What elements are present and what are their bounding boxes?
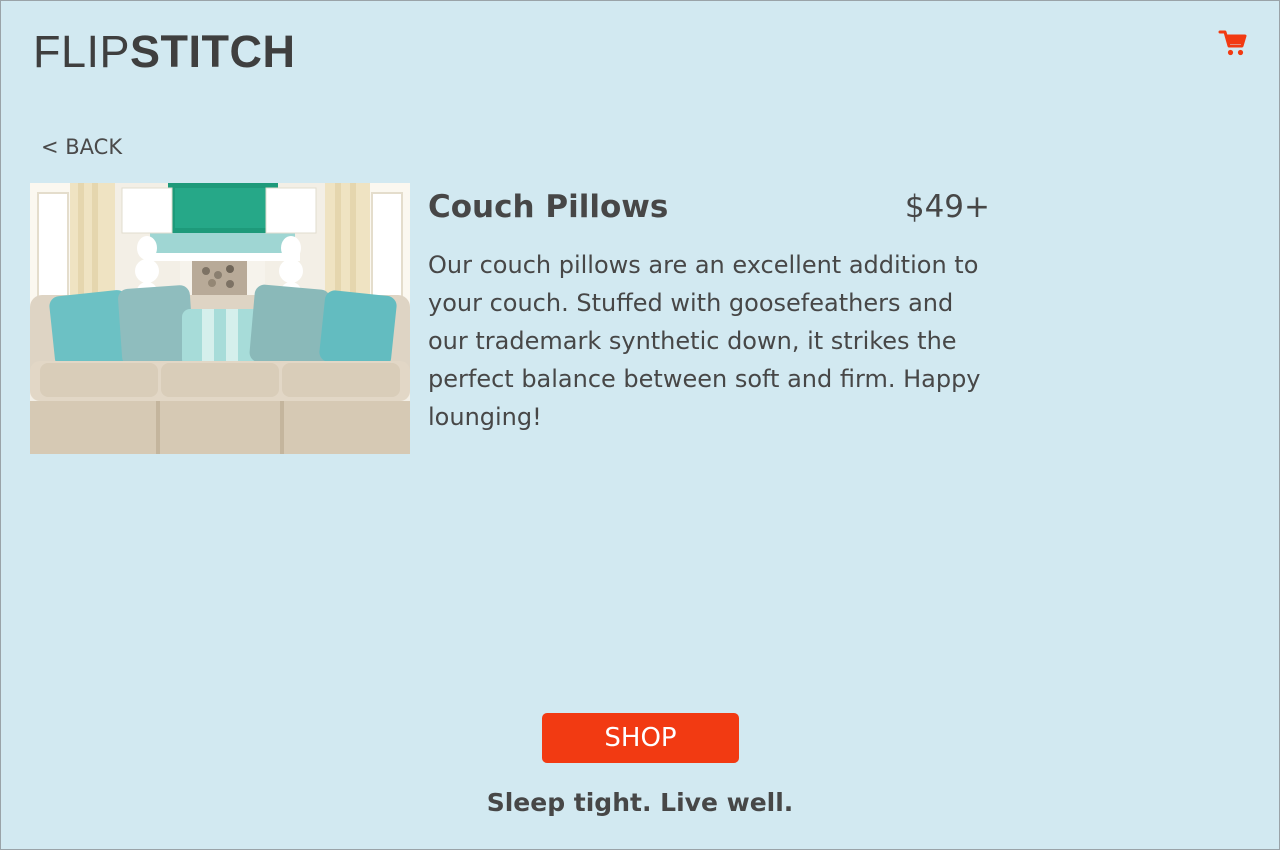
product-title: Couch Pillows (428, 189, 669, 225)
brand-logo[interactable]: FLIPSTITCH (33, 27, 296, 77)
sofa-photo (30, 183, 410, 454)
back-link[interactable]: < BACK (41, 134, 122, 160)
tagline: Sleep tight. Live well. (486, 788, 794, 817)
product-description: Our couch pillows are an excellent addit… (428, 251, 981, 431)
cart-button[interactable] (1218, 29, 1248, 57)
logo-light-text: FLIP (33, 26, 131, 77)
shopping-cart-icon (1218, 30, 1247, 56)
product-image (30, 183, 410, 454)
product-price: $49+ (904, 189, 990, 225)
shop-button[interactable]: SHOP (542, 713, 739, 763)
logo-bold-text: STITCH (130, 26, 296, 77)
